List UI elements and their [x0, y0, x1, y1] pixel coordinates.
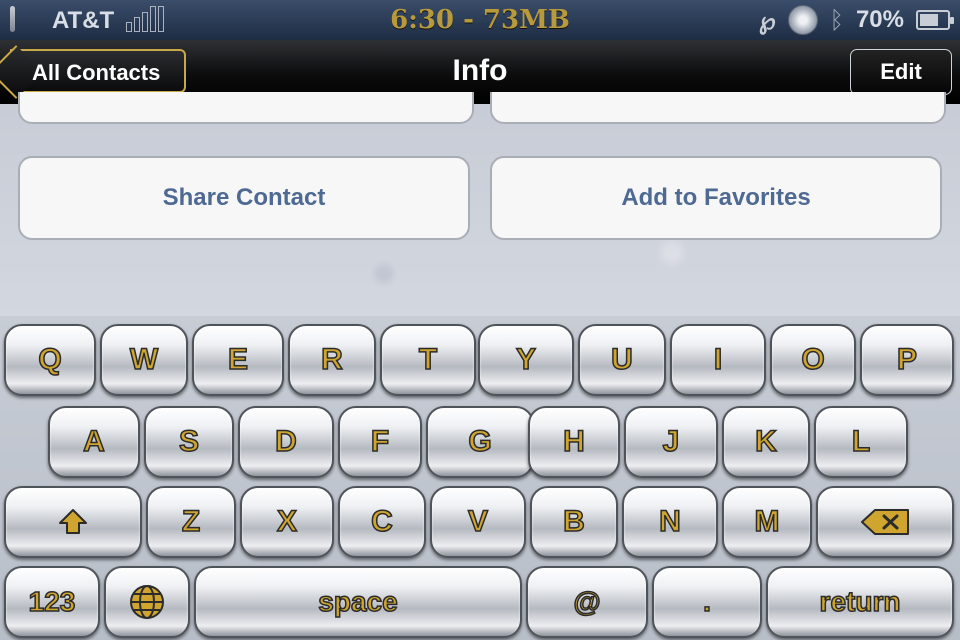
return-key[interactable]: return [766, 566, 954, 638]
dot-key[interactable]: . [652, 566, 762, 638]
key-n[interactable]: N [622, 486, 718, 558]
backspace-icon [861, 509, 909, 535]
bluetooth-icon: ᛒ [829, 6, 844, 34]
shift-icon [59, 509, 87, 534]
key-k[interactable]: K [722, 406, 810, 478]
key-h[interactable]: H [528, 406, 620, 478]
key-p[interactable]: P [860, 324, 954, 396]
numbers-key[interactable]: 123 [4, 566, 100, 638]
shift-key[interactable] [4, 486, 142, 558]
key-x[interactable]: X [240, 486, 334, 558]
add-to-favorites-button[interactable]: Add to Favorites [490, 156, 942, 240]
backspace-key[interactable] [816, 486, 954, 558]
key-m[interactable]: M [722, 486, 812, 558]
key-l[interactable]: L [814, 406, 908, 478]
key-v[interactable]: V [430, 486, 526, 558]
key-t[interactable]: T [380, 324, 476, 396]
globe-icon [130, 585, 164, 619]
key-w[interactable]: W [100, 324, 188, 396]
key-g[interactable]: G [426, 406, 534, 478]
status-right-icons: ℘ ᛒ 70% [758, 5, 954, 35]
status-bar: AT&T 6:30 - 73MB ℘ ᛒ 70% [0, 0, 960, 40]
key-o[interactable]: O [770, 324, 856, 396]
battery-icon [916, 10, 954, 30]
battery-fill [920, 14, 938, 26]
key-s[interactable]: S [144, 406, 234, 478]
at-key[interactable]: @ [526, 566, 648, 638]
page-title: Info [452, 54, 508, 87]
battery-percent: 70% [855, 6, 904, 33]
key-y[interactable]: Y [478, 324, 574, 396]
key-z[interactable]: Z [146, 486, 236, 558]
key-d[interactable]: D [238, 406, 334, 478]
p-icon: ℘ [758, 5, 776, 35]
keyboard: Q W E R T Y U I O P A S D F G H J K L Z … [0, 316, 960, 640]
key-b[interactable]: B [530, 486, 618, 558]
share-contact-button[interactable]: Share Contact [18, 156, 470, 240]
key-q[interactable]: Q [4, 324, 96, 396]
previous-cell-right[interactable] [490, 92, 946, 124]
key-u[interactable]: U [578, 324, 666, 396]
key-r[interactable]: R [288, 324, 376, 396]
contact-info-content: Share Contact Add to Favorites [0, 92, 960, 316]
edit-button[interactable]: Edit [850, 49, 952, 95]
key-f[interactable]: F [338, 406, 422, 478]
key-e[interactable]: E [192, 324, 284, 396]
key-j[interactable]: J [624, 406, 718, 478]
key-a[interactable]: A [48, 406, 140, 478]
globe-key[interactable] [104, 566, 190, 638]
space-key[interactable]: space [194, 566, 522, 638]
key-i[interactable]: I [670, 324, 766, 396]
key-c[interactable]: C [338, 486, 426, 558]
disc-icon [787, 5, 818, 35]
previous-cell-left[interactable] [18, 92, 474, 124]
